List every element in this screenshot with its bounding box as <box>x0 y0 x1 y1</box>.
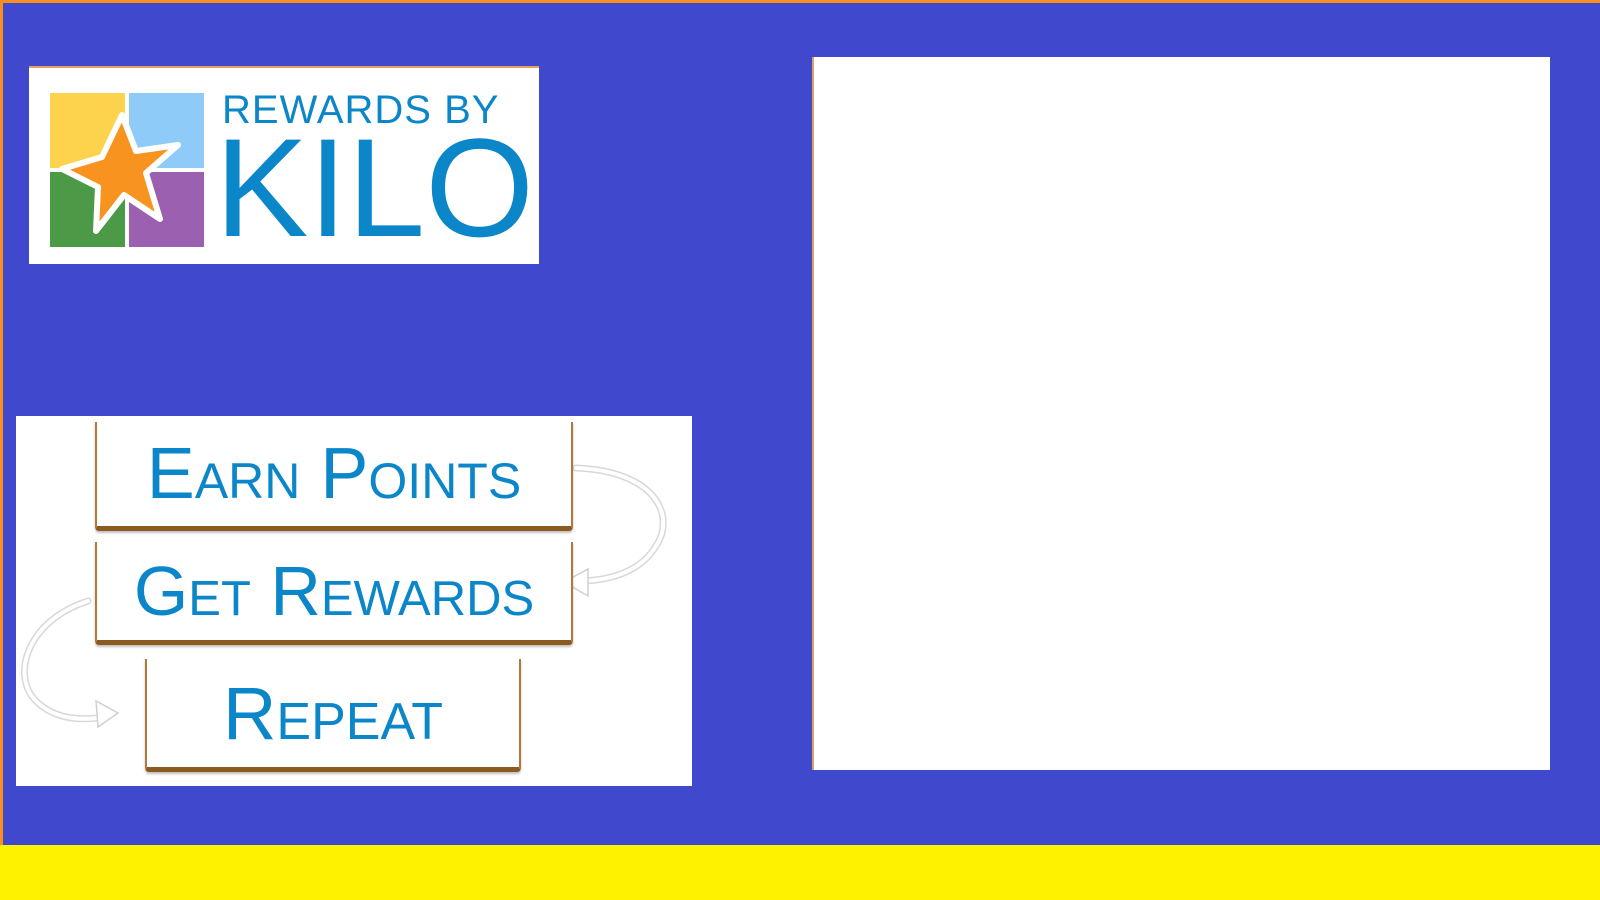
content-panel <box>812 57 1550 770</box>
steps-panel: Earn Points Get Rewards Repeat <box>16 416 692 786</box>
logo-wordmark: KILO <box>215 109 535 266</box>
step-get-rewards[interactable]: Get Rewards <box>95 542 573 645</box>
footer-bar <box>0 845 1600 900</box>
step-earn-points[interactable]: Earn Points <box>95 422 573 531</box>
logo: REWARDS BY KILO <box>29 66 539 264</box>
star-tiles-icon <box>50 93 204 247</box>
curved-arrow-right-icon <box>572 464 667 585</box>
step-repeat[interactable]: Repeat <box>145 659 521 772</box>
